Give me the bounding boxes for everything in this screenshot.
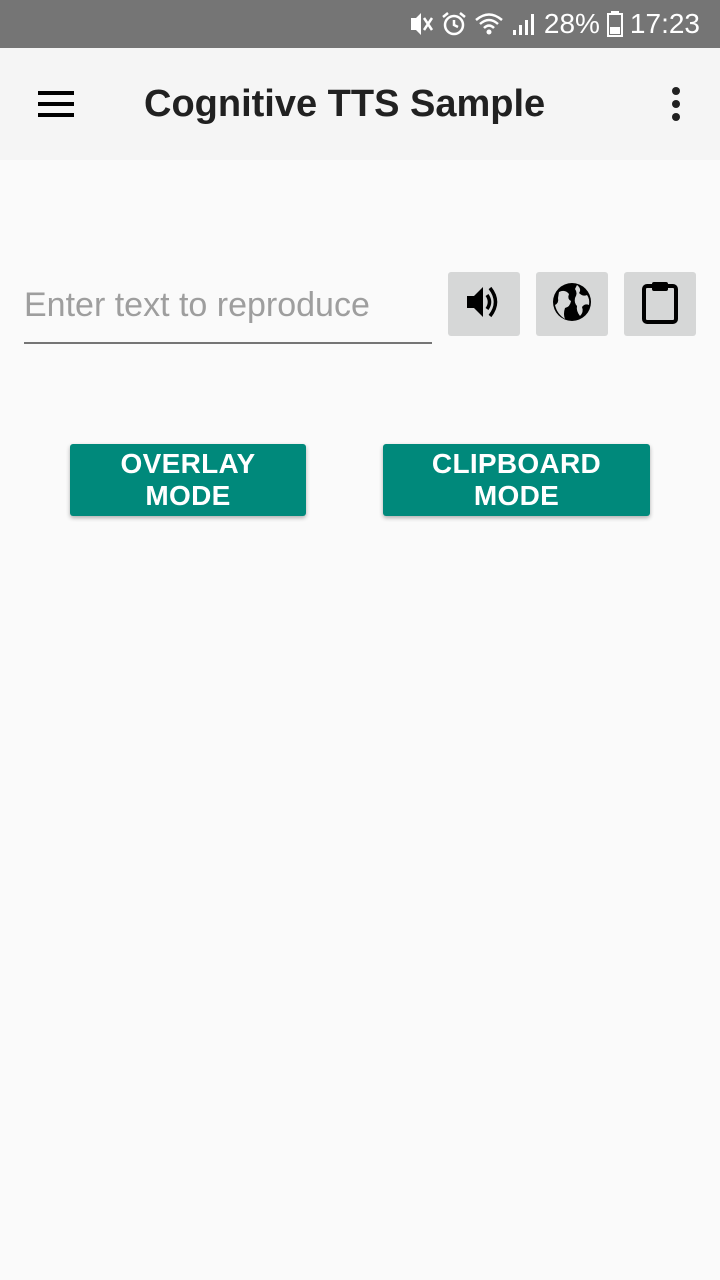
clipboard-mode-button[interactable]: CLIPBOARD MODE: [383, 444, 650, 516]
wifi-icon: [474, 10, 504, 38]
app-bar: Cognitive TTS Sample: [0, 48, 720, 160]
status-time: 17:23: [629, 8, 700, 39]
app-title: Cognitive TTS Sample: [144, 83, 546, 125]
signal-icon: [510, 10, 538, 38]
paste-clipboard-button[interactable]: [624, 272, 696, 336]
hamburger-menu-icon[interactable]: [28, 76, 84, 132]
status-icons: 28% 17:23: [406, 0, 700, 48]
alarm-icon: [440, 10, 468, 38]
globe-icon: [551, 281, 593, 328]
clipboard-icon: [640, 280, 680, 329]
battery-icon: [606, 10, 624, 38]
speak-button[interactable]: [448, 272, 520, 336]
more-vert-icon[interactable]: [648, 76, 704, 132]
volume-up-icon: [464, 282, 504, 327]
battery-percent: 28%: [543, 8, 600, 39]
language-button[interactable]: [536, 272, 608, 336]
text-to-reproduce-input[interactable]: [24, 268, 432, 344]
overlay-mode-button[interactable]: OVERLAY MODE: [70, 444, 306, 516]
mute-vibrate-icon: [406, 10, 434, 38]
status-bar: 28% 17:23: [0, 0, 720, 48]
